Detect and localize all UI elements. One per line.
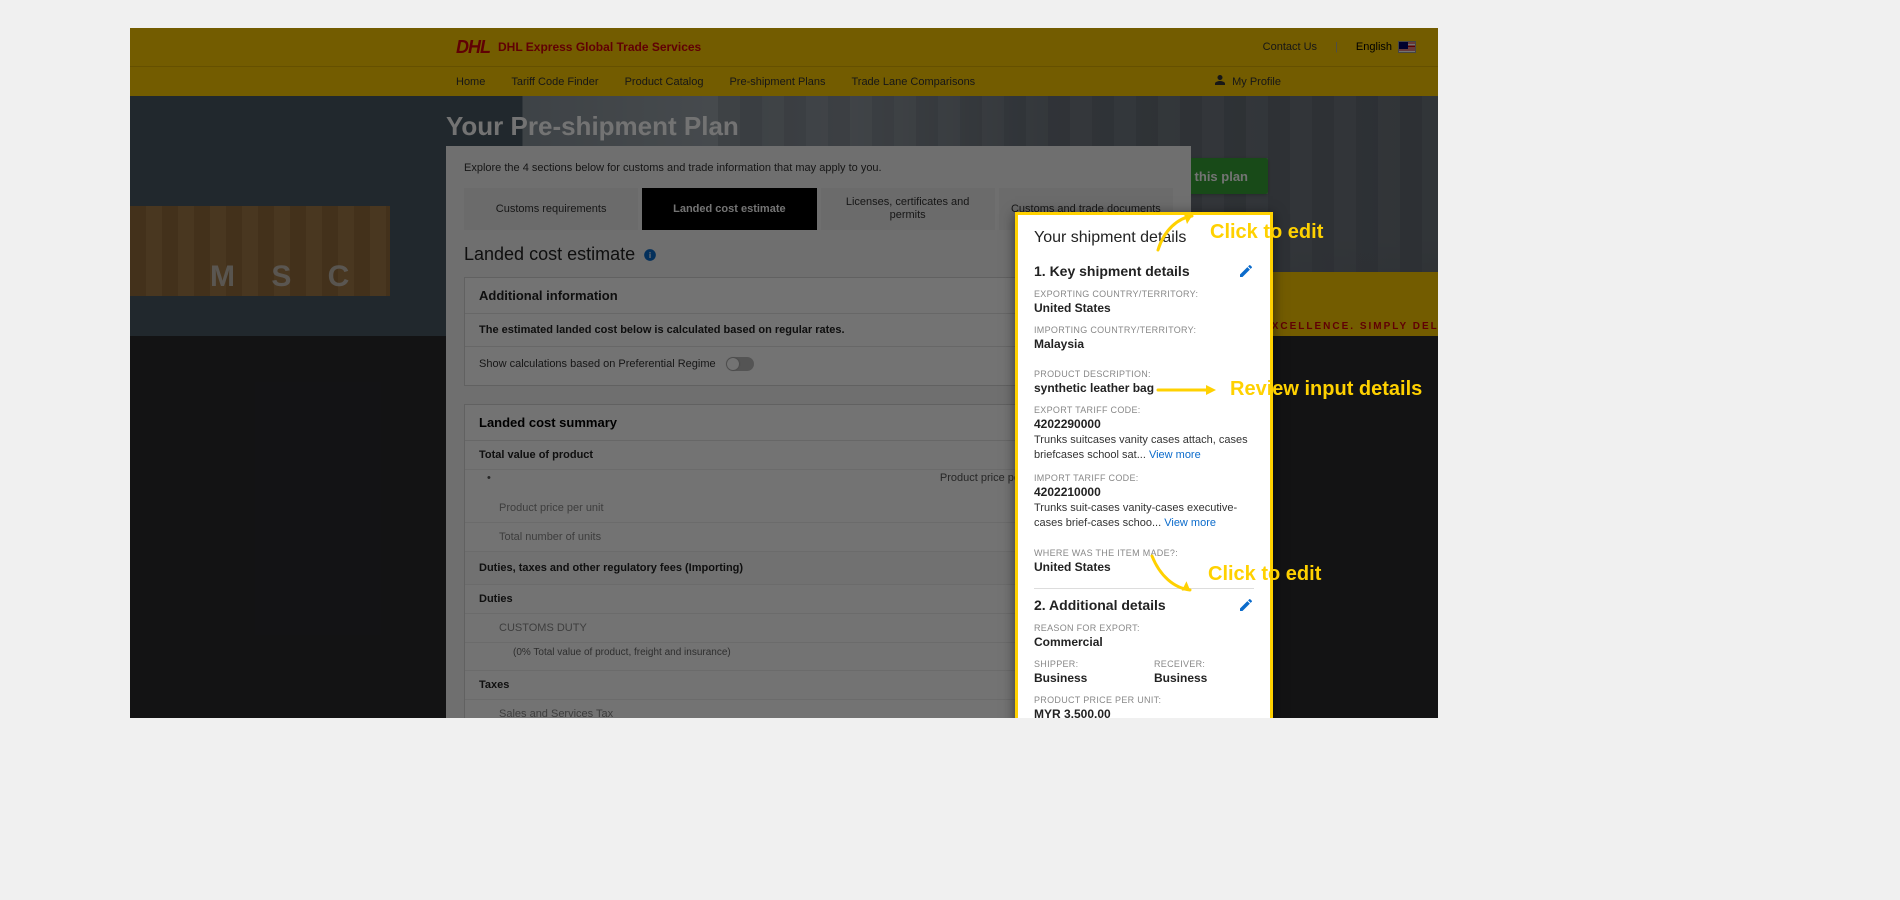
svg-text:i: i	[649, 251, 651, 260]
language-label: English	[1356, 41, 1392, 53]
language-picker[interactable]: English	[1356, 41, 1416, 53]
val-export-tariff: 4202290000	[1034, 417, 1254, 431]
callout-text: Click to edit	[1208, 563, 1321, 586]
dp-sec1-title: 1. Key shipment details	[1034, 263, 1190, 279]
lbl-reason: REASON FOR EXPORT:	[1034, 623, 1254, 633]
lbl-import-tariff: IMPORT TARIFF CODE:	[1034, 473, 1254, 483]
row-customs-duty: CUSTOMS DUTY	[479, 622, 1078, 634]
contact-us-link[interactable]: Contact Us	[1263, 41, 1317, 53]
flag-icon	[1398, 41, 1416, 53]
callout-text: Click to edit	[1210, 221, 1323, 244]
val-reason: Commercial	[1034, 635, 1254, 649]
my-profile-link[interactable]: My Profile	[1214, 74, 1416, 89]
pref-regime-label: Show calculations based on Preferential …	[479, 358, 716, 370]
row-total-product: Total value of product	[479, 449, 1078, 461]
val-import-tariff: 4202210000	[1034, 485, 1254, 499]
desc-export-tariff: Trunks suitcases vanity cases attach, ca…	[1034, 434, 1248, 461]
arrow-icon	[1156, 380, 1216, 400]
lbl-import-country: IMPORTING COUNTRY/TERRITORY:	[1034, 325, 1254, 335]
ship-text: M S C	[210, 260, 363, 294]
tab-licenses[interactable]: Licenses, certificates and permits	[821, 188, 995, 230]
nav-lanes[interactable]: Trade Lane Comparisons	[851, 76, 975, 88]
page-title: Your Pre-shipment Plan	[446, 111, 739, 142]
row-units: Total number of units	[479, 531, 1078, 543]
nav-plans[interactable]: Pre-shipment Plans	[729, 76, 825, 88]
row-taxes: Taxes	[479, 679, 1078, 691]
view-more-export[interactable]: View more	[1149, 449, 1201, 461]
val-shipper: Business	[1034, 671, 1134, 685]
person-icon	[1214, 74, 1226, 89]
callout-review: Review input details	[1156, 378, 1422, 401]
val-receiver: Business	[1154, 671, 1254, 685]
pref-regime-toggle[interactable]	[726, 357, 754, 371]
lbl-price-unit: PRODUCT PRICE PER UNIT:	[1034, 695, 1254, 705]
summary-title: Landed cost summary	[479, 415, 617, 430]
arrow-icon	[1150, 554, 1194, 594]
lbl-export-tariff: EXPORT TARIFF CODE:	[1034, 405, 1254, 415]
val-export-country: United States	[1034, 301, 1254, 315]
app-frame: DHL DHL Express Global Trade Services Co…	[130, 28, 1438, 718]
explore-text: Explore the 4 sections below for customs…	[464, 162, 1173, 174]
nav-catalog[interactable]: Product Catalog	[625, 76, 704, 88]
main-nav: Home Tariff Code Finder Product Catalog …	[130, 66, 1438, 96]
brand-subtitle: DHL Express Global Trade Services	[498, 40, 701, 54]
brand-bar: DHL DHL Express Global Trade Services Co…	[130, 28, 1438, 66]
brand-logo: DHL	[456, 37, 490, 58]
edit-key-details-button[interactable]	[1238, 263, 1254, 279]
row-ppu: Product price per unit	[479, 502, 1078, 514]
lbl-receiver: RECEIVER:	[1154, 659, 1254, 669]
nav-home[interactable]: Home	[456, 76, 485, 88]
edit-additional-details-button[interactable]	[1238, 597, 1254, 613]
arrow-icon	[1156, 212, 1196, 252]
callout-click-edit-2: Click to edit	[1150, 554, 1321, 594]
tab-landed-cost[interactable]: Landed cost estimate	[642, 188, 816, 230]
val-import-country: Malaysia	[1034, 337, 1254, 351]
lbl-export-country: EXPORTING COUNTRY/TERRITORY:	[1034, 289, 1254, 299]
dhl-tagline: EXCELLENCE. SIMPLY DELIVERED	[1263, 321, 1438, 332]
lbl-shipper: SHIPPER:	[1034, 659, 1134, 669]
info-icon[interactable]: i	[643, 248, 657, 262]
my-profile-label: My Profile	[1232, 76, 1281, 88]
view-more-import[interactable]: View more	[1164, 517, 1216, 529]
row-duties: Duties	[479, 593, 1078, 605]
tab-customs-req[interactable]: Customs requirements	[464, 188, 638, 230]
callout-click-edit-1: Click to edit	[1156, 212, 1323, 252]
shipment-details-panel: Your shipment details 1. Key shipment de…	[1015, 212, 1273, 718]
dp-sec2-title: 2. Additional details	[1034, 597, 1166, 613]
val-price-unit: MYR 3,500.00	[1034, 707, 1254, 718]
callout-text: Review input details	[1230, 378, 1422, 401]
row-sst: Sales and Services Tax	[479, 708, 1078, 718]
nav-tariff[interactable]: Tariff Code Finder	[511, 76, 598, 88]
